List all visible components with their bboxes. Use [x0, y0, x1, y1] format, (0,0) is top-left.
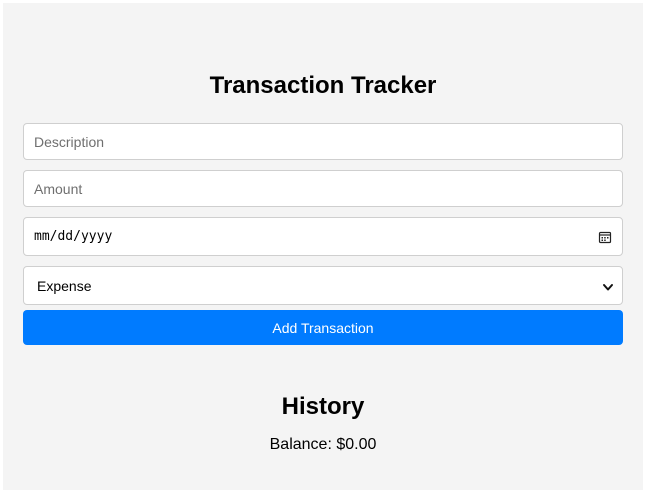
add-transaction-button[interactable]: Add Transaction [23, 310, 623, 345]
chevron-down-icon [602, 280, 614, 292]
tracker-panel: Transaction Tracker mm/dd/yyyy Expense A… [3, 3, 643, 490]
page-title: Transaction Tracker [209, 72, 437, 99]
type-select[interactable]: Expense [23, 266, 623, 305]
description-input[interactable] [23, 123, 623, 160]
type-selected-value: Expense [37, 277, 92, 294]
balance-text: Balance: $0.00 [269, 436, 377, 453]
date-placeholder: mm/dd/yyyy [34, 229, 113, 244]
history-heading: History [281, 393, 365, 420]
amount-input[interactable] [23, 170, 623, 207]
calendar-icon[interactable] [598, 230, 612, 244]
date-input[interactable]: mm/dd/yyyy [23, 217, 623, 256]
